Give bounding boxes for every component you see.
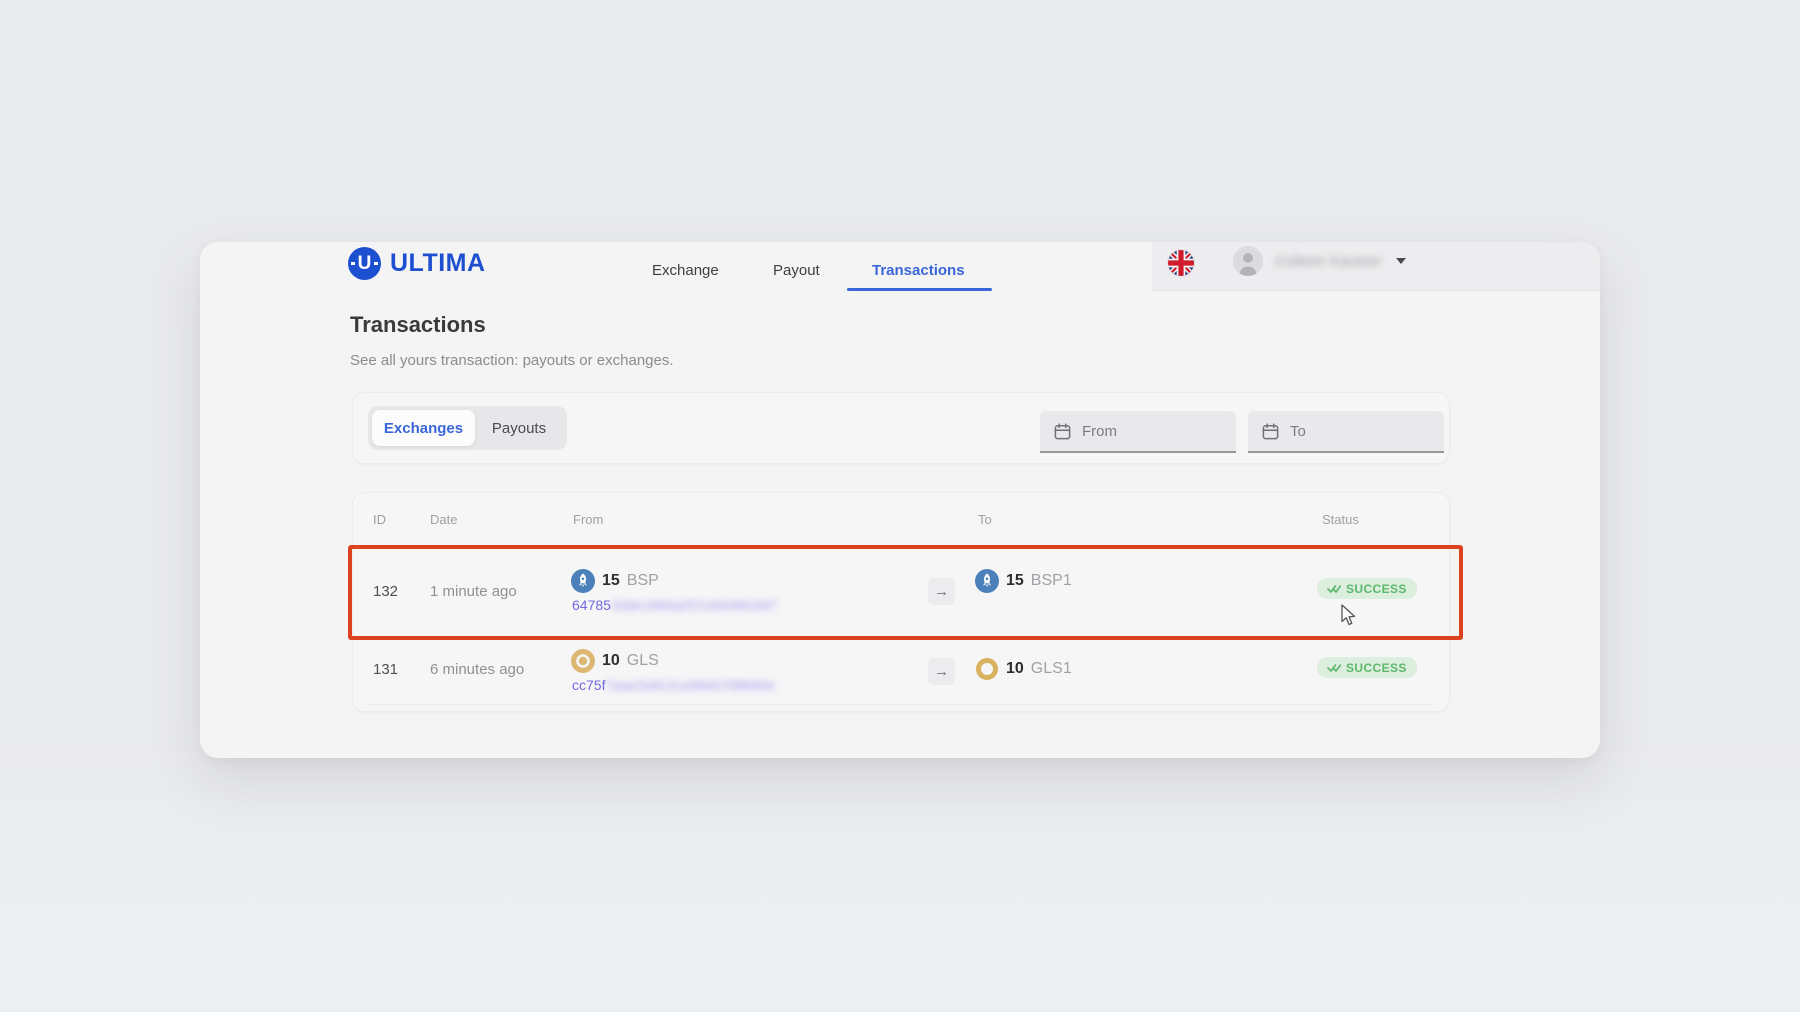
gls1-coin-icon: [975, 657, 999, 681]
tab-payout[interactable]: Payout: [773, 262, 820, 279]
row-131-from-amount: 10: [602, 652, 620, 670]
arrow-glyph: →: [934, 663, 949, 680]
tab-transactions[interactable]: Transactions: [872, 262, 965, 279]
row-131-date: 6 minutes ago: [430, 661, 524, 678]
arrow-right-icon: →: [928, 658, 955, 685]
page-background: U ULTIMA Exchange Payout Transactions: [0, 0, 1800, 1012]
date-to-input[interactable]: [1290, 423, 1420, 440]
double-check-icon: [1327, 662, 1341, 673]
column-header-id: ID: [373, 512, 386, 527]
row-131-from-currency: GLS: [627, 652, 659, 670]
tab-exchanges[interactable]: Exchanges: [372, 410, 475, 446]
row-131-id: 131: [373, 661, 398, 678]
user-name: Colleen Kautzer: [1275, 253, 1382, 270]
hash-blurred: 7aae2a9c2ca98eb788b66e: [605, 677, 775, 693]
row-131-tx-hash[interactable]: cc75f7aae2a9c2ca98eb788b66e: [572, 677, 775, 693]
uk-flag-icon: [1168, 250, 1194, 276]
user-menu[interactable]: Colleen Kautzer: [1233, 246, 1406, 276]
calendar-icon: [1261, 422, 1280, 441]
tab-payouts[interactable]: Payouts: [475, 410, 563, 446]
row-131-status-badge: SUCCESS: [1317, 657, 1417, 678]
row-131-to: 10 GLS1: [975, 657, 1072, 681]
page-subtitle: See all yours transaction: payouts or ex…: [350, 352, 674, 369]
page-title: Transactions: [350, 312, 486, 338]
row-131-to-currency: GLS1: [1031, 660, 1072, 678]
column-header-to: To: [978, 512, 992, 527]
brand-name: ULTIMA: [390, 249, 486, 278]
highlight-box: [348, 545, 1463, 640]
row-131-from: 10 GLS: [571, 649, 659, 673]
logo-letter: U: [358, 253, 372, 275]
tab-exchange[interactable]: Exchange: [652, 262, 719, 279]
brand-logo[interactable]: U ULTIMA: [348, 247, 486, 280]
date-from-input[interactable]: [1082, 423, 1212, 440]
row-131-to-amount: 10: [1006, 660, 1024, 678]
column-header-date: Date: [430, 512, 457, 527]
mouse-cursor: [1338, 603, 1360, 632]
gls-coin-icon: [571, 649, 595, 673]
status-label: SUCCESS: [1346, 661, 1407, 675]
language-button[interactable]: [1168, 250, 1194, 276]
active-tab-underline: [847, 288, 992, 291]
date-from-field[interactable]: [1040, 411, 1236, 453]
transaction-type-switch: Exchanges Payouts: [368, 406, 567, 450]
calendar-icon: [1053, 422, 1072, 441]
hash-prefix: cc75f: [572, 677, 605, 693]
column-header-status: Status: [1322, 512, 1359, 527]
chevron-down-icon: [1396, 258, 1406, 264]
date-to-field[interactable]: [1248, 411, 1444, 453]
table-bottom-divider: [368, 704, 1434, 705]
column-header-from: From: [573, 512, 603, 527]
ultima-coin-icon: U: [348, 247, 381, 280]
avatar: [1233, 246, 1263, 276]
